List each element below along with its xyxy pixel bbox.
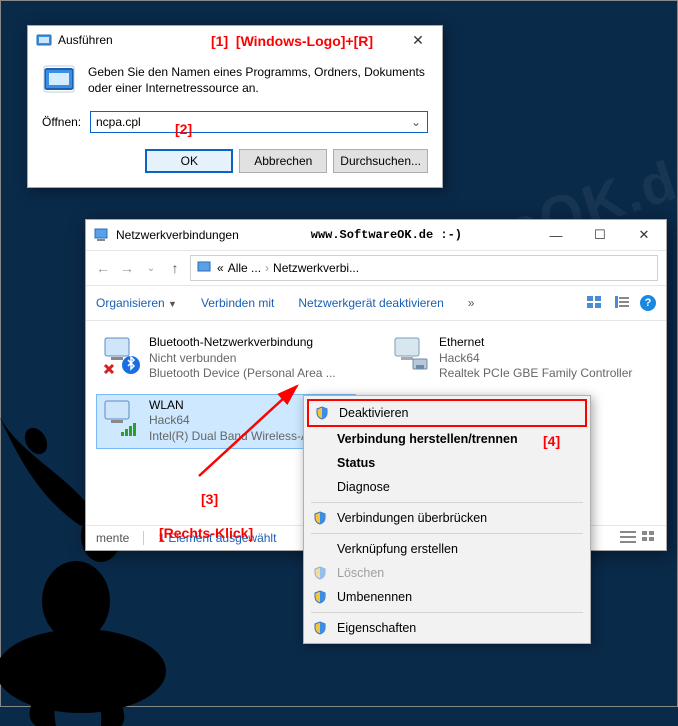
- ctx-properties[interactable]: Eigenschaften: [307, 616, 587, 640]
- status-seg1: mente: [96, 531, 129, 545]
- close-button[interactable]: ✕: [398, 28, 438, 52]
- close-button[interactable]: ✕: [622, 221, 666, 249]
- item-name: Ethernet: [439, 335, 632, 351]
- run-icon: [42, 64, 78, 99]
- crumb-root[interactable]: «: [217, 261, 224, 275]
- address-icon: [197, 260, 213, 276]
- shield-icon: [311, 511, 329, 525]
- ctx-connect[interactable]: Verbindung herstellen/trennen: [307, 427, 587, 451]
- run-titlebar[interactable]: Ausführen ✕: [28, 26, 442, 54]
- forward-button[interactable]: →: [118, 260, 136, 276]
- shield-icon: [311, 590, 329, 604]
- browse-button[interactable]: Durchsuchen...: [333, 149, 428, 173]
- shield-icon: [311, 621, 329, 635]
- open-combobox[interactable]: ⌄: [90, 111, 428, 133]
- shield-icon: [313, 406, 331, 420]
- item-name: Bluetooth-Netzwerkverbindung: [149, 335, 336, 351]
- network-item-ethernet[interactable]: Ethernet Hack64 Realtek PCIe GBE Family …: [386, 331, 646, 386]
- status-selection: 1 Element ausgewählt: [158, 531, 276, 545]
- ctx-separator: [311, 502, 583, 503]
- item-device: Realtek PCIe GBE Family Controller: [439, 366, 632, 382]
- help-icon[interactable]: ?: [640, 295, 656, 311]
- network-item-bluetooth[interactable]: Bluetooth-Netzwerkverbindung Nicht verbu…: [96, 331, 356, 386]
- title-watermark: www.SoftwareOK.de :-): [239, 228, 534, 242]
- run-title-icon: [36, 32, 52, 48]
- cancel-button[interactable]: Abbrechen: [239, 149, 327, 173]
- ctx-disable[interactable]: Deaktivieren: [307, 399, 587, 427]
- minimize-button[interactable]: —: [534, 221, 578, 249]
- item-status: Nicht verbunden: [149, 351, 336, 367]
- network-title-icon: [94, 227, 110, 243]
- run-title-text: Ausführen: [58, 33, 113, 47]
- view-grid-icon[interactable]: [642, 531, 656, 546]
- ok-button[interactable]: OK: [145, 149, 233, 173]
- open-label: Öffnen:: [42, 115, 82, 129]
- ctx-separator: [311, 533, 583, 534]
- explorer-toolbar: Organisieren ▼ Verbinden mit Netzwerkger…: [86, 286, 666, 321]
- ctx-bridge[interactable]: Verbindungen überbrücken: [307, 506, 587, 530]
- crumb-1[interactable]: Alle ...: [228, 261, 261, 275]
- toolbar-disable-device[interactable]: Netzwerkgerät deaktivieren: [298, 296, 443, 310]
- ctx-separator: [311, 612, 583, 613]
- history-dropdown[interactable]: ⌄: [142, 263, 160, 274]
- view-list-icon[interactable]: [620, 531, 636, 546]
- back-button[interactable]: ←: [94, 260, 112, 276]
- explorer-titlebar[interactable]: Netzwerkverbindungen www.SoftwareOK.de :…: [86, 220, 666, 250]
- run-dialog: Ausführen ✕ Geben Sie den Namen eines Pr…: [27, 25, 443, 188]
- view-details-icon[interactable]: [614, 295, 630, 312]
- bluetooth-adapter-icon: [101, 335, 141, 375]
- wlan-adapter-icon: [101, 398, 141, 438]
- address-bar[interactable]: « Alle ... › Netzwerkverbi...: [190, 255, 658, 281]
- ctx-delete[interactable]: Löschen: [307, 561, 587, 585]
- chevron-down-icon[interactable]: ⌄: [408, 115, 424, 129]
- explorer-nav: ← → ⌄ ↑ « Alle ... › Netzwerkverbi...: [86, 250, 666, 286]
- up-button[interactable]: ↑: [166, 260, 184, 276]
- ethernet-adapter-icon: [391, 335, 431, 375]
- crumb-2[interactable]: Netzwerkverbi...: [273, 261, 359, 275]
- open-input[interactable]: [94, 114, 408, 130]
- run-message: Geben Sie den Namen eines Programms, Ord…: [88, 64, 428, 99]
- maximize-button[interactable]: ☐: [578, 221, 622, 249]
- item-device: Bluetooth Device (Personal Area ...: [149, 366, 336, 382]
- view-thumbnails-icon[interactable]: [586, 295, 604, 312]
- context-menu: Deaktivieren Verbindung herstellen/trenn…: [303, 395, 591, 644]
- ctx-diagnose[interactable]: Diagnose: [307, 475, 587, 499]
- toolbar-connect[interactable]: Verbinden mit: [201, 296, 274, 310]
- toolbar-organize[interactable]: Organisieren ▼: [96, 296, 177, 310]
- shield-icon: [311, 566, 329, 580]
- ctx-status[interactable]: Status: [307, 451, 587, 475]
- ctx-rename[interactable]: Umbenennen: [307, 585, 587, 609]
- toolbar-more[interactable]: »: [468, 296, 475, 310]
- ctx-shortcut[interactable]: Verknüpfung erstellen: [307, 537, 587, 561]
- item-status: Hack64: [439, 351, 632, 367]
- explorer-title-text: Netzwerkverbindungen: [116, 228, 239, 242]
